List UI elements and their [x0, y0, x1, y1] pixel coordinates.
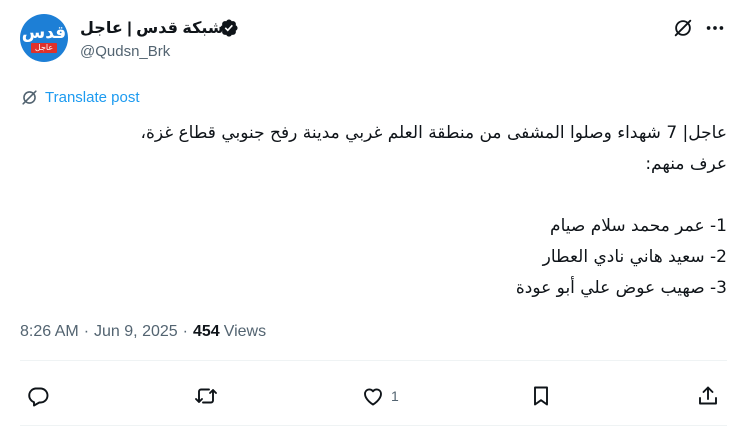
- like-count: 1: [391, 388, 399, 404]
- translate-post-label: Translate post: [45, 88, 140, 106]
- grok-icon[interactable]: [672, 17, 694, 39]
- views-label: Views: [223, 323, 267, 340]
- divider: [20, 360, 727, 361]
- post-date[interactable]: Jun 9, 2025: [94, 323, 178, 341]
- post-time[interactable]: 8:26 AM: [20, 323, 79, 341]
- author-handle[interactable]: @Qudsn_Brk: [80, 43, 170, 60]
- like-button[interactable]: 1: [361, 383, 399, 409]
- avatar-logo-text: قدس: [21, 23, 67, 43]
- tweet-line: 1- عمر محمد سلام صيام: [550, 216, 727, 236]
- tweet-meta: 8:26 AM · Jun 9, 2025 · 454 Views: [20, 320, 266, 344]
- views-count: 454: [192, 323, 220, 340]
- reply-button[interactable]: [26, 383, 56, 409]
- translate-post-link[interactable]: Translate post: [20, 86, 140, 108]
- tweet-line: 2- سعيد هاني نادي العطار: [542, 247, 727, 267]
- repost-icon: [195, 388, 217, 404]
- more-icon[interactable]: [704, 17, 726, 39]
- share-icon: [699, 386, 717, 405]
- tweet-line: [20, 180, 727, 211]
- tweet-line: 3- صهيب عوض علي أبو عودة: [515, 278, 727, 298]
- tweet-line: عرف منهم:: [645, 154, 727, 174]
- author-display-name-text: شبكة قدس | عاجل: [80, 20, 224, 37]
- translate-icon: [22, 89, 37, 105]
- meta-separator: ·: [83, 323, 90, 340]
- tweet-line: عاجل| 7 شهداء وصلوا المشفى من منطقة العل…: [140, 123, 727, 143]
- bookmark-button[interactable]: [529, 383, 553, 409]
- repost-button[interactable]: [194, 383, 224, 409]
- verified-badge-icon: [220, 19, 238, 37]
- author-display-name[interactable]: شبكة قدس | عاجل: [80, 17, 224, 39]
- avatar[interactable]: قدس عاجل: [20, 14, 68, 62]
- avatar-badge-text: عاجل: [30, 43, 58, 53]
- tweet-text: عاجل| 7 شهداء وصلوا المشفى من منطقة العل…: [20, 118, 727, 304]
- share-button[interactable]: [696, 383, 720, 409]
- meta-separator: ·: [182, 323, 188, 340]
- like-icon: [364, 388, 382, 406]
- bookmark-icon: [534, 386, 548, 406]
- reply-icon: [28, 387, 49, 407]
